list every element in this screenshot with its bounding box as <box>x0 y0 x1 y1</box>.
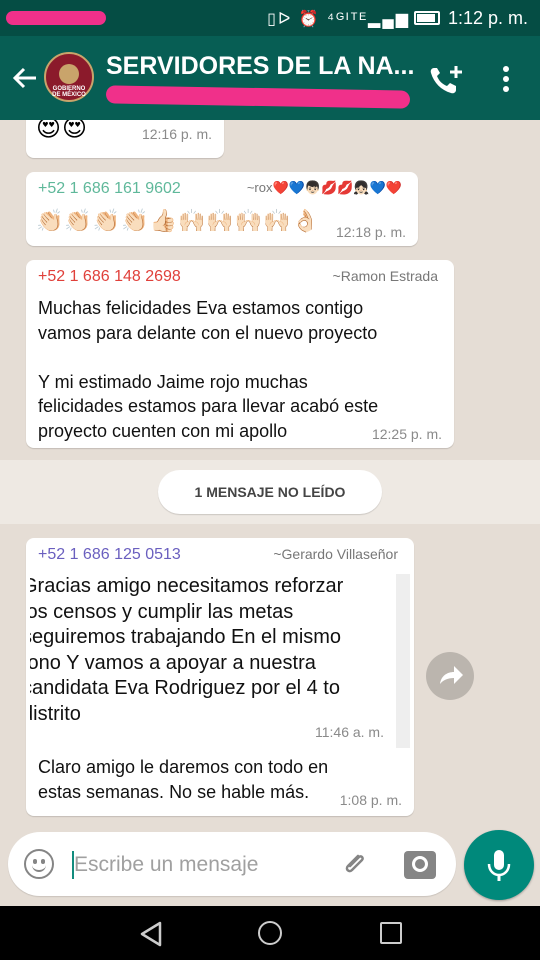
message-time: 1:08 p. m. <box>339 792 402 808</box>
nav-back-icon[interactable] <box>138 920 164 953</box>
unread-label: 1 MENSAJE NO LEÍDO <box>158 470 382 514</box>
message-emojis: 👏🏻👏🏻👏🏻👏🏻👍🏻🙌🏻🙌🏻🙌🏻🙌🏻👌🏻 <box>36 208 320 233</box>
message-bubble[interactable]: 😍😍 12:16 p. m. <box>26 120 224 158</box>
quoted-time: 11:46 a. m. <box>314 724 384 740</box>
message-bubble[interactable]: +52 1 686 161 9602 ~rox❤️💙👦🏻💋💋👧🏻💙❤️ 👏🏻👏🏻… <box>26 172 418 246</box>
status-bar: ▯ᐅ ⏰ ⁴ᴳᴵᵀᴱ▂▄▆ 1:12 p. m. <box>0 0 540 36</box>
nav-home-icon[interactable] <box>258 921 282 945</box>
mic-icon[interactable] <box>464 830 534 900</box>
status-time: 1:12 p. m. <box>447 8 528 28</box>
camera-icon[interactable] <box>404 851 436 879</box>
message-time: 12:25 p. m. <box>371 426 442 442</box>
group-title[interactable]: SERVIDORES DE LA NA... <box>106 52 416 81</box>
unread-divider: 1 MENSAJE NO LEÍDO <box>0 460 540 524</box>
message-time: 12:16 p. m. <box>141 126 212 142</box>
emoji-icon[interactable] <box>24 849 54 879</box>
quoted-message[interactable]: Gracias amigo necesitamos reforzar los c… <box>30 574 410 748</box>
chat-header: GOBIERNO DE MÉXICO SERVIDORES DE LA NA..… <box>0 36 540 120</box>
back-icon[interactable] <box>10 60 40 96</box>
message-input[interactable] <box>72 852 312 878</box>
message-input-container <box>8 832 456 896</box>
message-list[interactable]: 😍😍 12:16 p. m. +52 1 686 161 9602 ~rox❤️… <box>0 120 540 830</box>
call-add-icon[interactable] <box>426 62 466 98</box>
nav-recents-icon[interactable] <box>380 922 402 944</box>
group-avatar[interactable]: GOBIERNO DE MÉXICO <box>44 52 94 102</box>
emblem-icon <box>59 64 79 84</box>
more-vert-icon[interactable] <box>494 62 518 98</box>
sender-phone[interactable]: +52 1 686 125 0513 <box>38 546 181 564</box>
sender-phone[interactable]: +52 1 686 148 2698 <box>38 268 181 286</box>
attach-icon[interactable] <box>338 848 370 880</box>
sender-phone[interactable]: +52 1 686 161 9602 <box>38 180 181 198</box>
battery-icon <box>414 11 440 25</box>
redacted-subtitle <box>105 85 411 109</box>
message-bubble[interactable]: +52 1 686 125 0513 ~Gerardo Villaseñor G… <box>26 538 414 816</box>
avatar-text: GOBIERNO DE MÉXICO <box>52 86 86 98</box>
message-time: 12:18 p. m. <box>335 224 406 240</box>
status-icons: ▯ᐅ ⏰ ⁴ᴳᴵᵀᴱ▂▄▆ <box>267 11 410 28</box>
message-emojis: 😍😍 <box>36 120 89 142</box>
system-nav-bar <box>0 906 540 960</box>
sender-alias: ~Gerardo Villaseñor <box>273 546 398 562</box>
composer <box>0 830 540 904</box>
sender-alias: ~rox❤️💙👦🏻💋💋👧🏻💙❤️ <box>246 180 402 195</box>
forward-icon[interactable] <box>426 652 474 700</box>
quoted-text: Gracias amigo necesitamos reforzar los c… <box>30 575 344 725</box>
redaction-mark <box>6 11 106 25</box>
sender-alias: ~Ramon Estrada <box>332 268 438 284</box>
message-bubble[interactable]: +52 1 686 148 2698 ~Ramon Estrada Muchas… <box>26 260 454 448</box>
message-text: Muchas felicidades Eva estamos contigo v… <box>38 298 379 441</box>
